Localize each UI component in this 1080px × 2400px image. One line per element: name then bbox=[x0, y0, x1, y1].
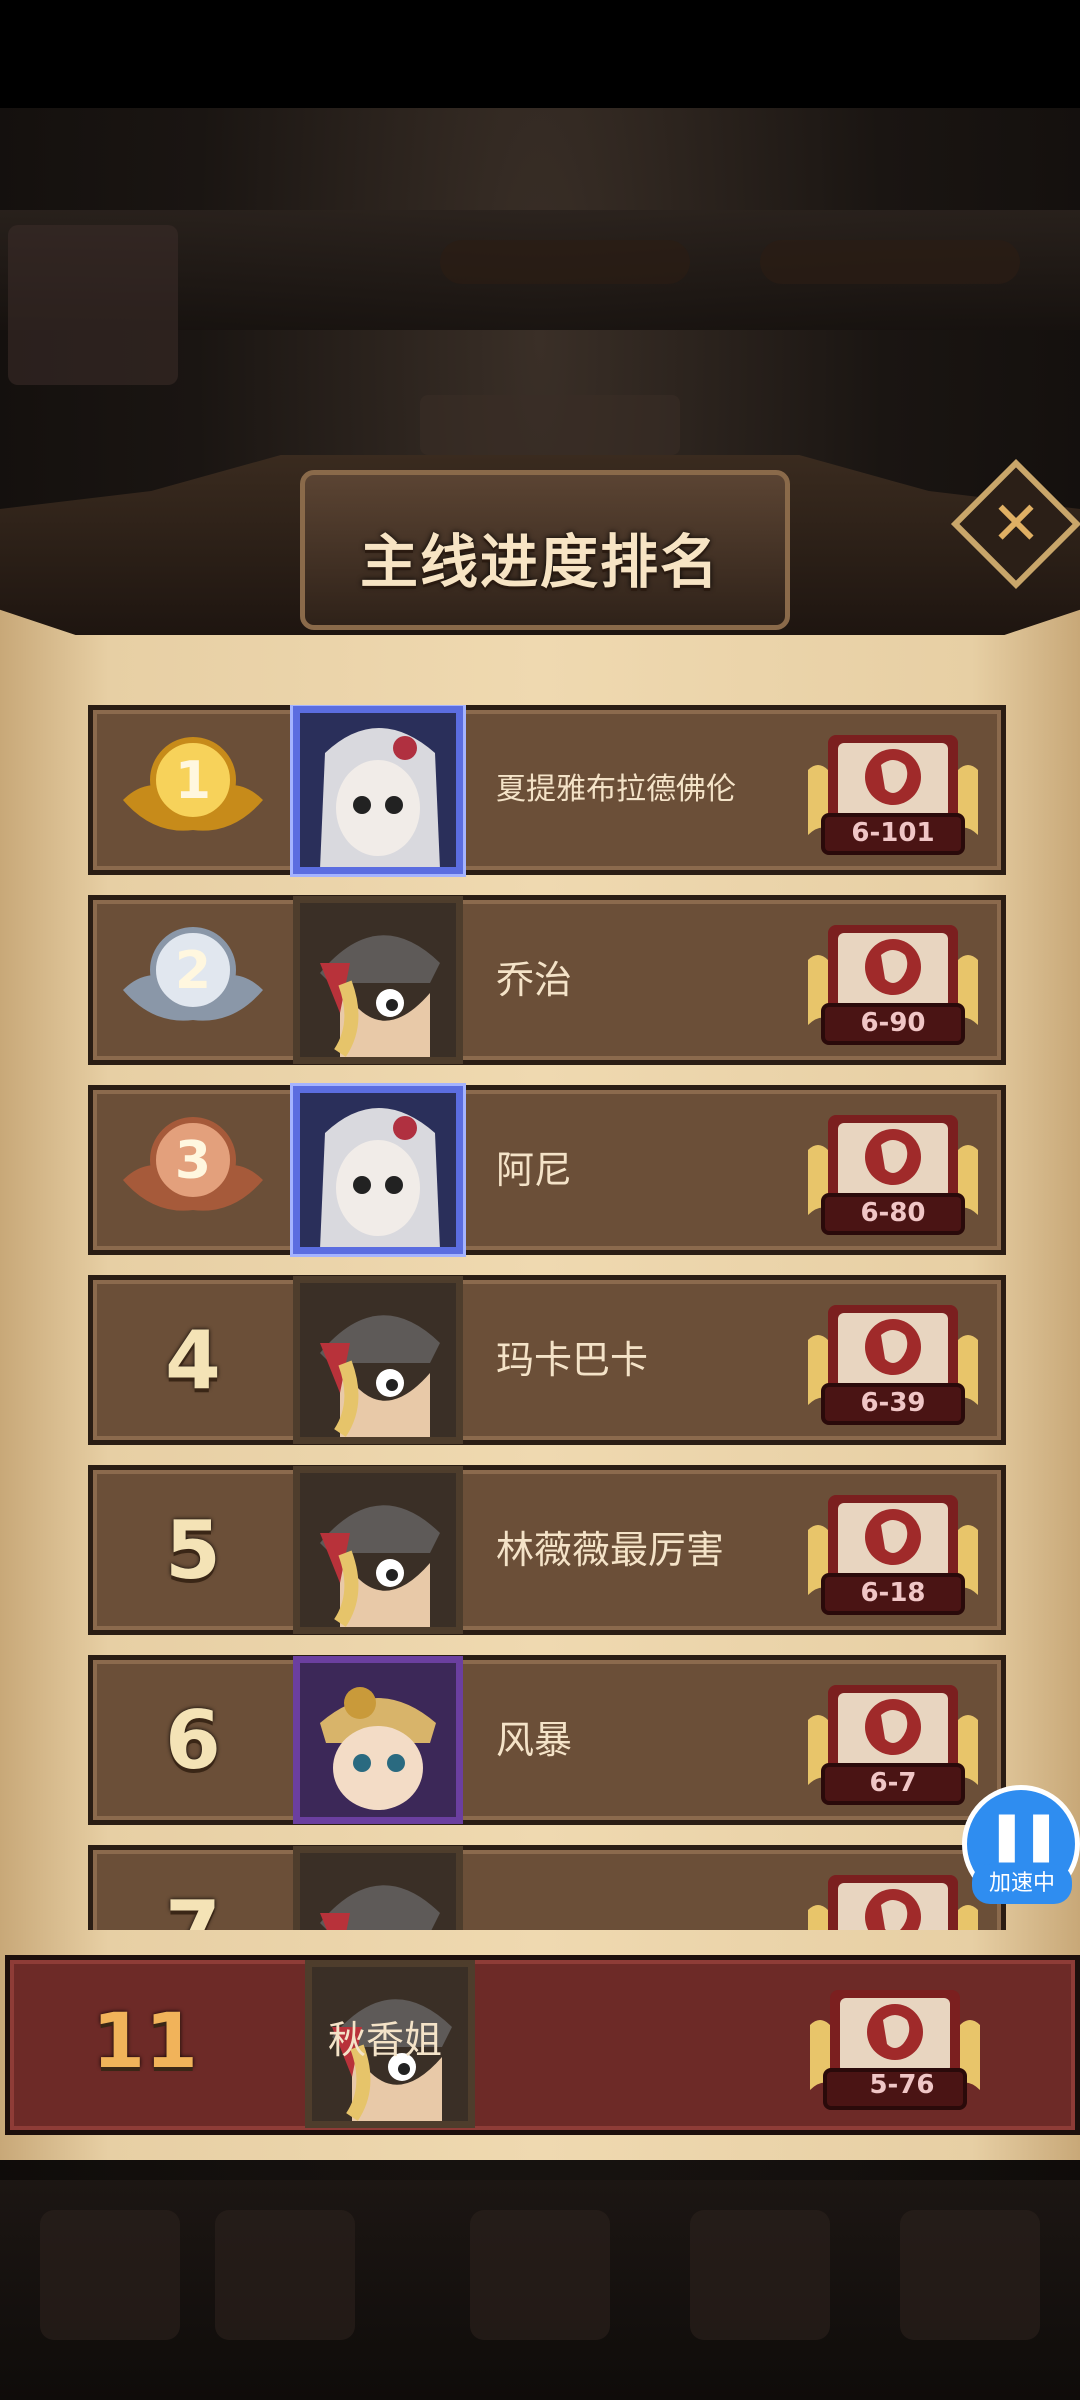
player-name: 玛卡巴卡 bbox=[496, 1338, 649, 1382]
background-player-avatar bbox=[8, 225, 178, 385]
rank-number-cell: 6 bbox=[93, 1660, 293, 1820]
my-rank-number: 11 bbox=[92, 1995, 198, 2085]
background-resource-gold bbox=[440, 240, 690, 284]
background-nav-tile bbox=[470, 2210, 610, 2340]
background-nav-tile bbox=[900, 2210, 1040, 2340]
my-rank-number-cell: 11 bbox=[10, 1960, 280, 2120]
rank-medal-gold: 1 bbox=[93, 710, 293, 870]
accelerate-label: 加速中 bbox=[972, 1864, 1072, 1904]
ranking-row[interactable]: 6 风暴 6-7 bbox=[88, 1655, 1006, 1825]
hero-portrait-icon bbox=[300, 903, 456, 1057]
hero-portrait-icon bbox=[300, 1663, 456, 1817]
ranking-list[interactable]: 1 夏提雅布拉德佛伦 6-101 2 乔治 6-90 3 阿尼 6-80 4 玛卡巴卡 6-39 5 林薇… bbox=[0, 705, 1080, 1930]
hero-portrait-icon bbox=[300, 1283, 456, 1437]
player-avatar[interactable] bbox=[293, 1846, 463, 1930]
rank-number-cell: 7 bbox=[93, 1850, 293, 1931]
stage-label: 6-7 bbox=[869, 1768, 917, 1798]
rank-number: 5 bbox=[165, 1503, 221, 1597]
ranking-row[interactable]: 4 玛卡巴卡 6-39 bbox=[88, 1275, 1006, 1445]
hero-portrait-icon bbox=[300, 1853, 456, 1930]
ranking-row[interactable]: 3 阿尼 6-80 bbox=[88, 1085, 1006, 1255]
my-rank-row: 11 秋香姐 5-76 bbox=[5, 1955, 1080, 2135]
player-name: 乔治 bbox=[496, 958, 573, 1002]
rank-number-cell: 4 bbox=[93, 1280, 293, 1440]
hero-portrait-icon bbox=[300, 713, 456, 867]
background-resource-gem bbox=[760, 240, 1020, 284]
stage-book-icon bbox=[808, 1875, 978, 1930]
rank-medal-silver: 2 bbox=[93, 900, 293, 1060]
medal-rank-text: 2 bbox=[175, 941, 211, 1001]
hero-portrait-icon bbox=[300, 1473, 456, 1627]
player-avatar[interactable] bbox=[293, 896, 463, 1064]
my-stage-label: 5-76 bbox=[869, 2070, 935, 2100]
background-nav-tile bbox=[690, 2210, 830, 2340]
stage-label: 6-39 bbox=[860, 1388, 926, 1418]
my-player-name: 秋香姐 bbox=[328, 2018, 443, 2062]
pause-icon: ❚❚ bbox=[986, 1807, 1061, 1863]
rank-medal-bronze: 3 bbox=[93, 1090, 293, 1250]
player-avatar[interactable] bbox=[293, 1656, 463, 1824]
medal-rank-text: 1 bbox=[175, 751, 211, 811]
player-avatar[interactable] bbox=[293, 1086, 463, 1254]
stage-label: 6-101 bbox=[851, 818, 935, 848]
background-nav-tile bbox=[215, 2210, 355, 2340]
dialog-title: 主线进度排名 bbox=[359, 528, 720, 596]
ranking-row[interactable]: 7 bbox=[88, 1845, 1006, 1930]
stage-label: 6-90 bbox=[860, 1008, 926, 1038]
silver-medal-icon: 2 bbox=[123, 927, 263, 1021]
player-avatar[interactable] bbox=[293, 706, 463, 874]
rank-number: 7 bbox=[165, 1883, 221, 1931]
ranking-row[interactable]: 5 林薇薇最厉害 6-18 bbox=[88, 1465, 1006, 1635]
player-avatar[interactable] bbox=[293, 1466, 463, 1634]
close-icon[interactable]: ✕ bbox=[970, 478, 1062, 570]
hero-portrait-icon bbox=[300, 1093, 456, 1247]
rank-number: 6 bbox=[165, 1693, 221, 1787]
player-name: 风暴 bbox=[496, 1718, 573, 1762]
ranking-row[interactable]: 2 乔治 6-90 bbox=[88, 895, 1006, 1065]
background-nav-tile bbox=[40, 2210, 180, 2340]
status-bar bbox=[0, 0, 1080, 108]
player-name: 夏提雅布拉德佛伦 bbox=[496, 772, 736, 807]
medal-rank-text: 3 bbox=[175, 1131, 211, 1191]
player-name: 林薇薇最厉害 bbox=[496, 1528, 725, 1572]
rank-number: 4 bbox=[165, 1313, 221, 1407]
background-screen-title bbox=[420, 395, 680, 455]
stage-label: 6-80 bbox=[860, 1198, 926, 1228]
stage-label: 6-18 bbox=[860, 1578, 926, 1608]
rank-number-cell: 5 bbox=[93, 1470, 293, 1630]
gold-medal-icon: 1 bbox=[123, 737, 263, 831]
ranking-row[interactable]: 1 夏提雅布拉德佛伦 6-101 bbox=[88, 705, 1006, 875]
player-avatar[interactable] bbox=[293, 1276, 463, 1444]
player-name: 阿尼 bbox=[496, 1148, 573, 1192]
bronze-medal-icon: 3 bbox=[123, 1117, 263, 1211]
